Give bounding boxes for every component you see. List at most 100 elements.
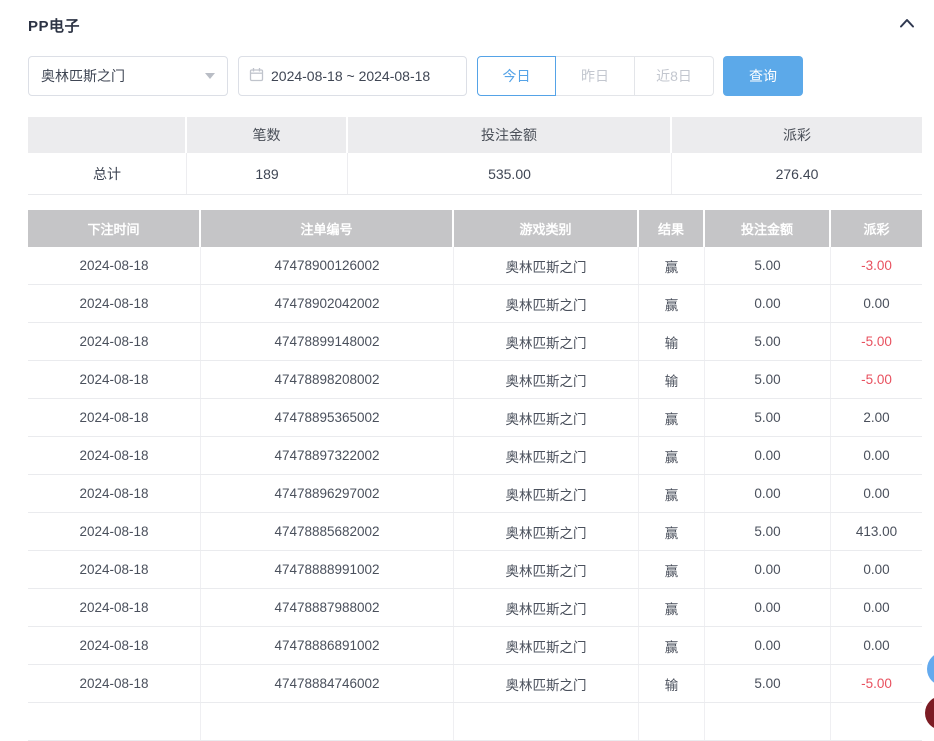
cell-bet-amount: 5.00 <box>705 247 831 284</box>
last8days-button[interactable]: 近8日 <box>635 56 714 96</box>
cell-payout: 0.00 <box>831 551 922 588</box>
header-bet-time: 下注时间 <box>28 210 201 247</box>
cell-bet-time: 2024-08-18 <box>28 247 201 284</box>
summary-total-count: 189 <box>187 153 348 194</box>
cell-result: 赢 <box>639 627 705 664</box>
summary-header-blank <box>28 117 187 153</box>
summary-header-payout: 派彩 <box>672 117 922 153</box>
cell-bet-time: 2024-08-18 <box>28 361 201 398</box>
cell-result: 输 <box>639 323 705 360</box>
cell-game-type: 奥林匹斯之门 <box>454 627 639 664</box>
cell-bet-id: 47478900126002 <box>201 247 454 284</box>
table-row: 2024-08-18 47478888991002 奥林匹斯之门 赢 0.00 … <box>28 551 922 589</box>
cell-result: 输 <box>639 665 705 702</box>
cell-game-type: 奥林匹斯之门 <box>454 361 639 398</box>
table-row: 2024-08-18 47478895365002 奥林匹斯之门 赢 5.00 … <box>28 399 922 437</box>
filter-bar: 奥林匹斯之门 2024-08-18 ~ 2024-08-18 今日 昨日 近8日… <box>28 56 922 96</box>
table-row: 2024-08-18 47478887988002 奥林匹斯之门 赢 0.00 … <box>28 589 922 627</box>
cell-result: 赢 <box>639 437 705 474</box>
today-button[interactable]: 今日 <box>477 56 556 96</box>
cell-payout: 0.00 <box>831 437 922 474</box>
cell-bet-amount: 5.00 <box>705 665 831 702</box>
table-row: 2024-08-18 47478902042002 奥林匹斯之门 赢 0.00 … <box>28 285 922 323</box>
summary-total-bet-amount: 535.00 <box>348 153 672 194</box>
cell-bet-time: 2024-08-18 <box>28 627 201 664</box>
cell-result: 赢 <box>639 551 705 588</box>
cell-bet-amount: 5.00 <box>705 361 831 398</box>
cell-bet-id: 47478897322002 <box>201 437 454 474</box>
cell-payout: 0.00 <box>831 475 922 512</box>
pp-electronic-panel: PP电子 奥林匹斯之门 2024-08-18 ~ 2024-08-18 今日 昨… <box>0 14 934 741</box>
yesterday-button[interactable]: 昨日 <box>556 56 635 96</box>
game-select-value: 奥林匹斯之门 <box>41 66 125 86</box>
cell-payout: 0.00 <box>831 589 922 626</box>
cell-payout: -5.00 <box>831 323 922 360</box>
summary-header-count: 笔数 <box>187 117 348 153</box>
cell-game-type: 奥林匹斯之门 <box>454 437 639 474</box>
date-range-value: 2024-08-18 ~ 2024-08-18 <box>271 68 430 84</box>
cell-bet-id: 47478885682002 <box>201 513 454 550</box>
table-row: 2024-08-18 47478899148002 奥林匹斯之门 输 5.00 … <box>28 323 922 361</box>
query-button[interactable]: 查询 <box>723 56 803 96</box>
calendar-icon <box>249 67 264 85</box>
cell-bet-time: 2024-08-18 <box>28 665 201 702</box>
cell-result <box>639 703 705 740</box>
cell-bet-time: 2024-08-18 <box>28 475 201 512</box>
header-bet-amount: 投注金额 <box>705 210 831 247</box>
cell-bet-amount: 5.00 <box>705 323 831 360</box>
cell-result: 赢 <box>639 475 705 512</box>
cell-game-type: 奥林匹斯之门 <box>454 323 639 360</box>
game-select[interactable]: 奥林匹斯之门 <box>28 56 228 96</box>
table-row: 2024-08-18 47478898208002 奥林匹斯之门 输 5.00 … <box>28 361 922 399</box>
header-payout: 派彩 <box>831 210 922 247</box>
cell-bet-time: 2024-08-18 <box>28 551 201 588</box>
cell-bet-amount: 0.00 <box>705 475 831 512</box>
cell-bet-time: 2024-08-18 <box>28 323 201 360</box>
collapse-button[interactable] <box>898 16 916 35</box>
page-title: PP电子 <box>28 15 80 36</box>
panel-header: PP电子 <box>28 14 922 36</box>
quick-date-group: 今日 昨日 近8日 <box>477 56 714 96</box>
table-row: 2024-08-18 47478900126002 奥林匹斯之门 赢 5.00 … <box>28 247 922 285</box>
bet-table-body: 2024-08-18 47478900126002 奥林匹斯之门 赢 5.00 … <box>28 247 922 741</box>
cell-result: 赢 <box>639 285 705 322</box>
cell-game-type: 奥林匹斯之门 <box>454 589 639 626</box>
cell-payout: 0.00 <box>831 285 922 322</box>
table-row: 2024-08-18 47478897322002 奥林匹斯之门 赢 0.00 … <box>28 437 922 475</box>
cell-bet-amount <box>705 703 831 740</box>
bet-table-header-row: 下注时间 注单编号 游戏类别 结果 投注金额 派彩 <box>28 210 922 247</box>
cell-result: 赢 <box>639 513 705 550</box>
cell-game-type: 奥林匹斯之门 <box>454 247 639 284</box>
cell-bet-id: 47478896297002 <box>201 475 454 512</box>
chevron-up-icon <box>898 16 916 35</box>
cell-payout: 0.00 <box>831 627 922 664</box>
summary-total-row: 总计 189 535.00 276.40 <box>28 153 922 195</box>
cell-game-type: 奥林匹斯之门 <box>454 665 639 702</box>
cell-bet-id: 47478888991002 <box>201 551 454 588</box>
header-game-type: 游戏类别 <box>454 210 639 247</box>
table-row: 2024-08-18 47478885682002 奥林匹斯之门 赢 5.00 … <box>28 513 922 551</box>
table-row: 2024-08-18 47478896297002 奥林匹斯之门 赢 0.00 … <box>28 475 922 513</box>
header-bet-id: 注单编号 <box>201 210 454 247</box>
cell-game-type: 奥林匹斯之门 <box>454 399 639 436</box>
summary-total-payout: 276.40 <box>672 153 922 194</box>
summary-total-label: 总计 <box>28 153 187 194</box>
cell-bet-id: 47478887988002 <box>201 589 454 626</box>
cell-payout: -3.00 <box>831 247 922 284</box>
date-range-input[interactable]: 2024-08-18 ~ 2024-08-18 <box>238 56 467 96</box>
cell-bet-time: 2024-08-18 <box>28 513 201 550</box>
cell-bet-id: 47478899148002 <box>201 323 454 360</box>
cell-payout: 2.00 <box>831 399 922 436</box>
cell-bet-amount: 0.00 <box>705 285 831 322</box>
cell-bet-time: 2024-08-18 <box>28 399 201 436</box>
cell-bet-id: 47478884746002 <box>201 665 454 702</box>
table-row <box>28 703 922 741</box>
cell-payout: -5.00 <box>831 665 922 702</box>
cell-payout: -5.00 <box>831 361 922 398</box>
cell-result: 输 <box>639 361 705 398</box>
summary-header-row: 笔数 投注金额 派彩 <box>28 117 922 153</box>
cell-bet-time: 2024-08-18 <box>28 589 201 626</box>
cell-result: 赢 <box>639 589 705 626</box>
cell-game-type: 奥林匹斯之门 <box>454 475 639 512</box>
cell-result: 赢 <box>639 247 705 284</box>
